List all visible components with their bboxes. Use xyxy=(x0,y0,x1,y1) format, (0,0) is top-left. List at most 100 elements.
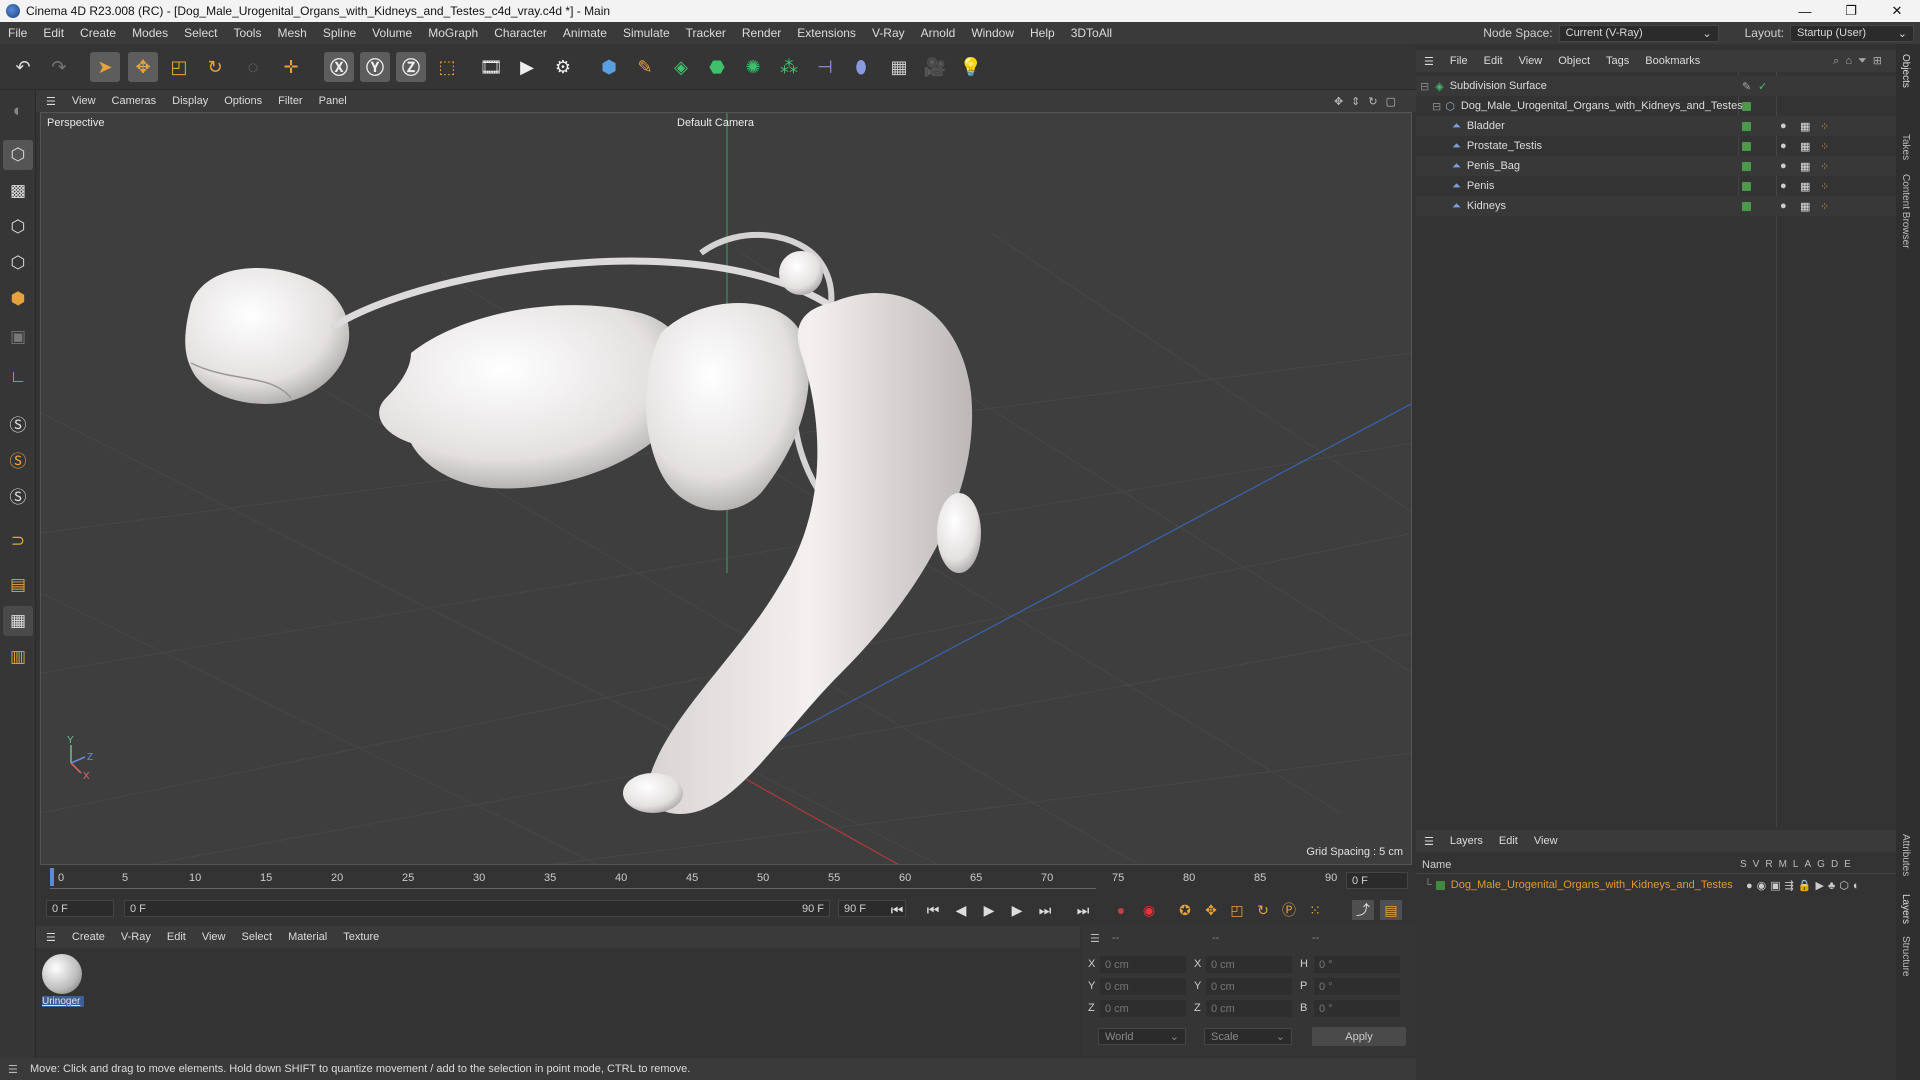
menu-extensions[interactable]: Extensions xyxy=(789,26,864,40)
scale-tool-icon[interactable]: ◰ xyxy=(164,52,194,82)
model-mode-icon[interactable]: ⬡ xyxy=(3,140,33,170)
menu-select[interactable]: Select xyxy=(176,26,225,40)
frame-range-slider[interactable]: 0 F 90 F xyxy=(124,900,830,917)
recent-tool-icon[interactable]: ◌ xyxy=(238,52,268,82)
position-key-icon[interactable]: ✥ xyxy=(1200,900,1222,920)
apply-button[interactable]: Apply xyxy=(1312,1027,1406,1046)
world-axis-icon[interactable]: ✛ xyxy=(276,52,306,82)
viewport-camera-label[interactable]: Default Camera xyxy=(677,117,754,129)
cloner-icon[interactable]: ✺ xyxy=(738,52,768,82)
menu-simulate[interactable]: Simulate xyxy=(615,26,678,40)
play-icon[interactable]: ▶ xyxy=(978,900,1000,920)
menu-3dtoall[interactable]: 3DToAll xyxy=(1063,26,1120,40)
texture-tag-icon[interactable]: ▦ xyxy=(1800,120,1810,133)
parameter-key-icon[interactable]: Ⓟ xyxy=(1278,900,1300,920)
rotation-p-field[interactable]: 0 ° xyxy=(1314,978,1400,995)
layer-toggle-icons[interactable]: ●◉▣⇶🔒▶♣⬡◐ xyxy=(1746,879,1863,892)
menu-modes[interactable]: Modes xyxy=(124,26,176,40)
subdivision-generator-icon[interactable]: ◈ xyxy=(666,52,696,82)
menu-volume[interactable]: Volume xyxy=(364,26,420,40)
coordinate-system-icon[interactable]: ⬚ xyxy=(432,52,462,82)
object-menu-bookmarks[interactable]: Bookmarks xyxy=(1637,55,1708,67)
make-editable-icon[interactable]: ◐ xyxy=(3,96,33,126)
object-menu-object[interactable]: Object xyxy=(1550,55,1598,67)
render-settings-icon[interactable]: ⚙ xyxy=(548,52,578,82)
hamburger-icon[interactable]: ☰ xyxy=(1416,835,1442,848)
position-y-field[interactable]: 0 cm xyxy=(1100,978,1186,995)
layer-color-tag[interactable] xyxy=(1742,141,1751,151)
maximize-button[interactable]: ❐ xyxy=(1828,0,1874,22)
viewport-menu-panel[interactable]: Panel xyxy=(311,95,355,107)
viewport-menu-filter[interactable]: Filter xyxy=(270,95,310,107)
layer-color-tag[interactable] xyxy=(1742,101,1751,111)
close-button[interactable]: ✕ xyxy=(1874,0,1920,22)
grid-icon[interactable]: ▦ xyxy=(3,606,33,636)
magnet-icon[interactable]: ⊃ xyxy=(3,526,33,556)
vray-tag-icon[interactable]: ⁘ xyxy=(1820,200,1829,213)
workplane-icon[interactable]: ▤ xyxy=(3,570,33,600)
motion-clip-icon[interactable]: ⤴ xyxy=(1352,900,1374,920)
previous-key-icon[interactable]: ⏮ xyxy=(922,900,944,920)
menu-mograph[interactable]: MoGraph xyxy=(420,26,486,40)
collapse-icon[interactable]: ⊟ xyxy=(1432,100,1441,113)
rotation-key-icon[interactable]: ↻ xyxy=(1252,900,1274,920)
move-tool-icon[interactable]: ✥ xyxy=(128,52,158,82)
menu-help[interactable]: Help xyxy=(1022,26,1063,40)
object-row[interactable]: ⏶ Penis ● ▦ ⁘ xyxy=(1416,176,1896,196)
texture-mode-icon[interactable]: ▩ xyxy=(3,176,33,206)
object-row[interactable]: ⏶ Penis_Bag ● ▦ ⁘ xyxy=(1416,156,1896,176)
viewport-menu-cameras[interactable]: Cameras xyxy=(104,95,165,107)
object-row[interactable]: ⊟ ⬡ Dog_Male_Urogenital_Organs_with_Kidn… xyxy=(1416,96,1896,116)
size-z-field[interactable]: 0 cm xyxy=(1206,1000,1292,1017)
vray-tag-icon[interactable]: ⁘ xyxy=(1820,140,1829,153)
tab-objects[interactable]: Objects xyxy=(1900,54,1911,88)
hamburger-icon[interactable]: ☰ xyxy=(36,931,64,944)
axis-mode-icon[interactable]: ∟ xyxy=(3,362,33,392)
object-menu-view[interactable]: View xyxy=(1511,55,1551,67)
layer-menu-view[interactable]: View xyxy=(1526,835,1566,847)
menu-window[interactable]: Window xyxy=(963,26,1022,40)
autokey-icon[interactable]: ◉ xyxy=(1138,900,1160,920)
hamburger-icon[interactable]: ☰ xyxy=(1416,55,1442,68)
uv-mode-icon[interactable]: ▣ xyxy=(3,322,33,352)
start-frame-field[interactable]: 0 F xyxy=(46,900,114,917)
previous-frame-icon[interactable]: ◀ xyxy=(950,900,972,920)
material-swatch[interactable]: Urinoger xyxy=(42,954,84,1012)
record-keys-icon[interactable]: ● xyxy=(1110,900,1132,920)
material-tag-icon[interactable]: ● xyxy=(1780,180,1787,192)
texture-tag-icon[interactable]: ▦ xyxy=(1800,140,1810,153)
layer-color-tag[interactable] xyxy=(1742,161,1751,171)
material-menu-view[interactable]: View xyxy=(194,931,234,943)
vray-tag-icon[interactable]: ⁘ xyxy=(1820,160,1829,173)
menu-vray[interactable]: V-Ray xyxy=(864,26,913,40)
node-space-dropdown[interactable]: Current (V-Ray) ⌄ xyxy=(1558,24,1719,42)
menu-mesh[interactable]: Mesh xyxy=(269,26,314,40)
texture-tag-icon[interactable]: ▦ xyxy=(1800,180,1810,193)
floor-icon[interactable]: ▦ xyxy=(884,52,914,82)
viewport-menu-view[interactable]: View xyxy=(64,95,104,107)
object-row[interactable]: ⏶ Bladder ● ▦ ⁘ xyxy=(1416,116,1896,136)
layer-color-tag[interactable] xyxy=(1742,121,1751,131)
coordinate-space-dropdown[interactable]: World ⌄ xyxy=(1098,1028,1186,1045)
layer-menu-layers[interactable]: Layers xyxy=(1442,835,1491,847)
next-key-icon[interactable]: ⏭ xyxy=(1034,900,1056,920)
material-menu-edit[interactable]: Edit xyxy=(159,931,194,943)
scale-mode-dropdown[interactable]: Scale ⌄ xyxy=(1204,1028,1292,1045)
tab-layers[interactable]: Layers xyxy=(1900,894,1911,924)
snap-settings-icon[interactable]: Ⓢ xyxy=(3,444,33,474)
vray-tag-icon[interactable]: ⁘ xyxy=(1820,120,1829,133)
timeline-window-icon[interactable]: ▤ xyxy=(1380,900,1402,920)
x-axis-lock-icon[interactable]: Ⓧ xyxy=(324,52,354,82)
menu-render[interactable]: Render xyxy=(734,26,789,40)
next-frame-icon[interactable]: ▶ xyxy=(1006,900,1028,920)
object-row[interactable]: ⏶ Kidneys ● ▦ ⁘ xyxy=(1416,196,1896,216)
position-x-field[interactable]: 0 cm xyxy=(1100,956,1186,973)
rotate-tool-icon[interactable]: ↻ xyxy=(200,52,230,82)
scale-key-icon[interactable]: ◰ xyxy=(1226,900,1248,920)
menu-edit[interactable]: Edit xyxy=(35,26,72,40)
timeline-ruler[interactable]: 0 5 10 15 20 25 30 35 40 45 50 55 60 65 … xyxy=(36,866,1416,896)
viewport-nav-icons[interactable]: ✥⇕↻▢ xyxy=(1334,95,1404,108)
collapse-icon[interactable]: ⊟ xyxy=(1420,80,1429,93)
layout-dropdown[interactable]: Startup (User) ⌄ xyxy=(1790,24,1914,42)
mograph-icon[interactable]: ⁂ xyxy=(774,52,804,82)
